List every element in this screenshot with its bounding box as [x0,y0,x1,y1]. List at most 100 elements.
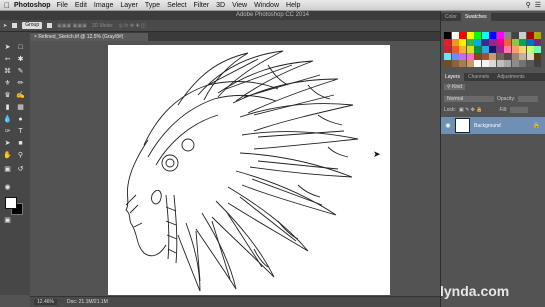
swatch[interactable] [481,53,489,60]
menu-edit[interactable]: Edit [75,2,87,9]
menu-image[interactable]: Image [94,2,113,9]
swatch[interactable] [519,53,526,60]
swatch[interactable] [451,53,459,60]
swatch[interactable] [511,53,519,60]
tab-channels[interactable]: Channels [464,73,493,81]
menu-file[interactable]: File [57,2,68,9]
swatch[interactable] [489,39,496,46]
swatch[interactable] [511,32,519,39]
auto-select-checkbox[interactable] [12,23,18,28]
swatch[interactable] [489,32,496,39]
swatch[interactable] [466,60,474,67]
swatch[interactable] [534,53,541,60]
swatch[interactable] [481,39,489,46]
dodge-tool-icon[interactable]: ● [15,116,26,124]
swatch[interactable] [496,60,504,67]
close-icon[interactable]: × [34,34,37,40]
swatch[interactable] [481,46,489,53]
swatch[interactable] [534,46,541,53]
swatch[interactable] [466,39,474,46]
swatch[interactable] [526,32,534,39]
default-colors-icon[interactable]: ▣ [2,166,13,174]
swatch[interactable] [459,32,466,39]
swatch[interactable] [474,53,481,60]
eraser-tool-icon[interactable]: ▮ [2,104,13,112]
move-tool-icon[interactable]: ➤ [3,23,7,29]
swatch[interactable] [444,46,451,53]
swatch[interactable] [459,39,466,46]
swatch[interactable] [466,53,474,60]
crop-tool-icon[interactable]: ⌘ [2,68,13,76]
swatch[interactable] [451,60,459,67]
tab-adjustments[interactable]: Adjustments [493,73,529,81]
swatch[interactable] [451,32,459,39]
quick-mask-icon[interactable]: ◉ [2,184,13,192]
swatch[interactable] [526,53,534,60]
menu-window[interactable]: Window [254,2,279,9]
zoom-level[interactable]: 12.46% [34,299,57,305]
menu-photoshop[interactable]: Photoshop [14,2,51,9]
document-canvas[interactable] [108,45,390,295]
hand-tool-icon[interactable]: ✋ [2,152,13,160]
eyedropper-tool-icon[interactable]: ✎ [15,68,26,76]
swap-colors-icon[interactable]: ↺ [15,166,26,174]
move-tool-icon[interactable]: ➤ [2,44,13,52]
tab-layers[interactable]: Layers [441,73,465,81]
swatch[interactable] [481,60,489,67]
tab-color[interactable]: Color [441,13,461,21]
foreground-color[interactable] [5,197,17,209]
swatch[interactable] [519,39,526,46]
swatch[interactable] [444,60,451,67]
lasso-tool-icon[interactable]: ➳ [2,56,13,64]
swatch[interactable] [511,39,519,46]
swatch[interactable] [534,39,541,46]
gradient-tool-icon[interactable]: ▦ [15,104,26,112]
fill-field[interactable] [510,107,529,113]
opacity-field[interactable] [518,96,539,102]
swatch[interactable] [511,60,519,67]
swatch[interactable] [526,46,534,53]
menu-help[interactable]: Help [286,2,300,9]
swatch[interactable] [519,46,526,53]
swatch[interactable] [504,39,511,46]
swatch[interactable] [496,32,504,39]
swatch[interactable] [519,32,526,39]
blur-tool-icon[interactable]: 💧 [2,116,13,124]
swatch[interactable] [451,46,459,53]
swatch[interactable] [526,60,534,67]
kind-filter[interactable]: ⚲ Kind [444,84,466,90]
eye-icon[interactable]: ◉ [441,122,455,129]
swatch[interactable] [504,53,511,60]
swatch[interactable] [444,32,451,39]
canvas-area[interactable]: ➤ [30,41,440,296]
3d-mode-icons[interactable]: ◎ ⟳ ✥ ✚ ◫ [119,23,146,29]
swatch[interactable] [474,39,481,46]
swatch[interactable] [451,39,459,46]
swatch[interactable] [534,32,541,39]
swatch[interactable] [481,32,489,39]
swatch[interactable] [444,53,451,60]
tab-swatches[interactable]: Swatches [460,13,491,21]
type-tool-icon[interactable]: T [15,128,26,136]
swatch[interactable] [466,32,474,39]
pen-tool-icon[interactable]: ✑ [2,128,13,136]
swatches-grid[interactable] [444,32,543,72]
search-icon[interactable]: ⚲ [526,1,531,9]
clone-tool-icon[interactable]: ♛ [2,92,13,100]
swatch[interactable] [466,46,474,53]
align-icons[interactable]: ▣▣▣ ▣▣▣ [57,23,87,29]
history-brush-tool-icon[interactable]: ✍ [15,92,26,100]
healing-tool-icon[interactable]: ⚜ [2,80,13,88]
menu-filter[interactable]: Filter [194,2,210,9]
swatch[interactable] [504,32,511,39]
shape-tool-icon[interactable]: ■ [15,140,26,148]
layer-row-background[interactable]: ◉ Background 🔒 [441,117,545,134]
blend-mode-select[interactable]: Normal [444,96,494,102]
swatch[interactable] [489,53,496,60]
swatch[interactable] [474,46,481,53]
auto-select-dropdown[interactable]: Group [22,22,43,29]
swatch[interactable] [459,46,466,53]
menu-type[interactable]: Type [145,2,160,9]
list-icon[interactable]: ☰ [535,1,541,9]
lock-icons[interactable]: ▣ ✎ ✥ 🔒 [459,107,483,113]
